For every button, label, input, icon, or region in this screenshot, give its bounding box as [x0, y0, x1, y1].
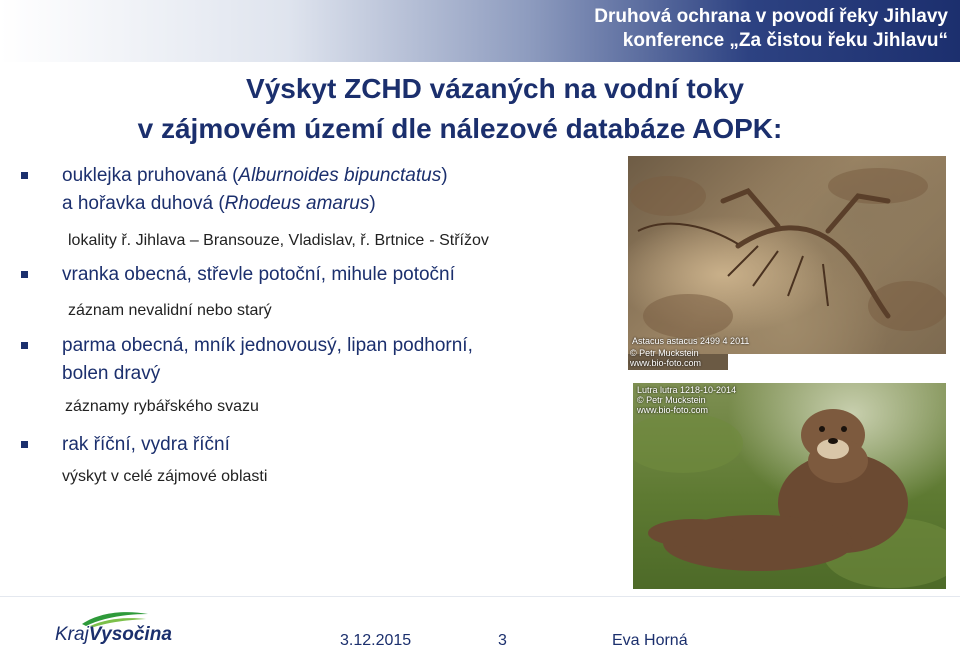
- otter-caption-author: © Petr Muckstein: [637, 395, 706, 405]
- item1-line1-pre: ouklejka pruhovaná (: [62, 165, 239, 186]
- crayfish-photo: Astacus astacus 2499 4 2011: [628, 156, 946, 354]
- crayfish-caption-web: www.bio-foto.com: [630, 358, 702, 368]
- otter-photo: Lutra lutra 1218-10-2014 © Petr Muckstei…: [633, 383, 946, 589]
- item3-sub: záznamy rybářského svazu: [65, 398, 259, 415]
- logo-vysocina: Vysočina: [88, 624, 172, 645]
- kraj-vysocina-logo: KrajVysočina: [55, 624, 172, 646]
- item1-line2-pre: a hořavka duhová (: [62, 193, 225, 214]
- item1-line1: ouklejka pruhovaná (Alburnoides bipuncta…: [62, 164, 448, 188]
- item2-main: vranka obecná, střevle potoční, mihule p…: [62, 264, 455, 285]
- item4-sub: výskyt v celé zájmové oblasti: [62, 468, 268, 485]
- logo-kraj: Kraj: [55, 624, 89, 645]
- footer-divider: [0, 596, 960, 597]
- footer-date: 3.12.2015: [340, 632, 412, 649]
- item1-latin-name-2: Rhodeus amarus: [224, 193, 370, 214]
- item1-line2-post: ): [369, 193, 376, 214]
- crayfish-caption-author: © Petr Muckstein: [630, 348, 699, 358]
- otter-caption-web: www.bio-foto.com: [637, 405, 709, 415]
- item1-sub-localities: lokality ř. Jihlava – Bransouze, Vladisl…: [68, 232, 425, 249]
- otter-caption-species: Lutra lutra 1218-10-2014: [637, 385, 737, 395]
- header-subtitle: konference „Za čistou řeku Jihlavu“: [622, 30, 948, 51]
- slide-title-line1: Výskyt ZCHD vázaných na vodní toky: [246, 73, 744, 104]
- header-title: Druhová ochrana v povodí řeky Jihlavy: [594, 6, 948, 27]
- slide-title-line2: v zájmovém území dle nálezové databáze A…: [137, 113, 783, 144]
- crayfish-caption-species: Astacus astacus 2499 4 2011: [632, 336, 750, 346]
- item1-line2: a hořavka duhová (Rhodeus amarus): [62, 192, 376, 216]
- bullet-marker: [21, 342, 28, 349]
- bullet-marker: [21, 441, 28, 448]
- header-bar: Druhová ochrana v povodí řeky Jihlavy ko…: [0, 0, 960, 62]
- item1-sub: lokality ř. Jihlava – Bransouze, Vladisl…: [68, 231, 489, 251]
- bullet-marker: [21, 172, 28, 179]
- footer-page-number: 3: [498, 632, 507, 649]
- item1-latin-name: Alburnoides bipunctatus: [238, 165, 442, 186]
- item1-line1-post: ): [441, 165, 448, 186]
- item1-sub-locality-2: - Střížov: [429, 232, 489, 249]
- item4-main: rak říční, vydra říční: [62, 434, 230, 455]
- item3-line2: bolen dravý: [62, 363, 161, 384]
- footer-author: Eva Horná: [612, 632, 688, 649]
- crayfish-illustration: [630, 168, 946, 338]
- item2-sub: záznam nevalidní nebo starý: [68, 302, 272, 319]
- bullet-marker: [21, 271, 28, 278]
- item3-line1: parma obecná, mník jednovousý, lipan pod…: [62, 335, 473, 356]
